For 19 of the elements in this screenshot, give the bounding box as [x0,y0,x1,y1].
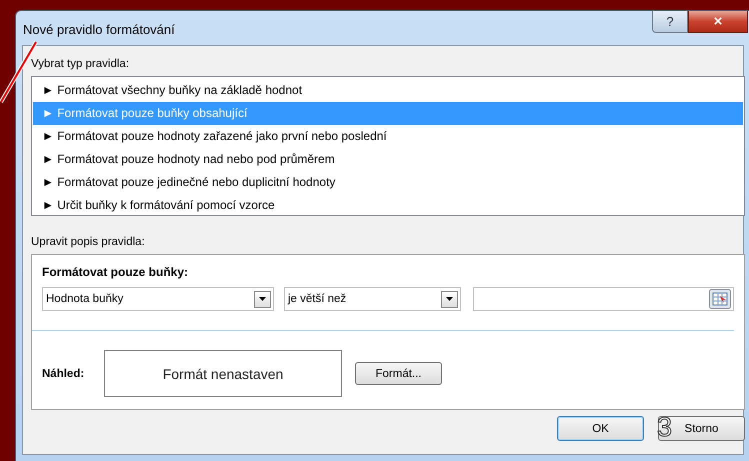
help-button[interactable]: ? [652,11,688,33]
close-button[interactable]: × [688,11,748,33]
value-input-field[interactable] [473,287,734,311]
rule-type-item[interactable]: ► Formátovat pouze hodnoty zařazené jako první nebo poslední [33,125,743,148]
rule-type-item[interactable]: ► Formátovat všechny buňky na základě hodnot [33,79,743,102]
range-picker-icon[interactable] [709,289,731,309]
window-title: Nové pravidlo formátování [23,22,175,36]
ok-button[interactable]: OK [557,416,644,441]
panel-heading: Formátovat pouze buňky: [42,265,190,281]
format-button[interactable]: Formát... [355,362,442,385]
preview-label: Náhled: [42,368,86,380]
rule-type-item[interactable]: ► Formátovat pouze hodnoty nad nebo pod průměrem [33,148,743,171]
preview-box: Formát nenastaven [104,350,342,397]
section-label: Vybrat typ pravidla: [31,57,130,72]
field-dropdown[interactable]: Hodnota buňky [42,287,274,311]
rule-type-item[interactable]: ► Formátovat pouze jedinečné nebo duplicitní hodnoty [33,171,743,194]
section-label: Upravit popis pravidla: [31,235,146,250]
operator-dropdown[interactable]: je větší než [284,287,461,311]
rule-type-item[interactable]: ► Určit buňky k formátování pomocí vzorce [33,194,743,217]
